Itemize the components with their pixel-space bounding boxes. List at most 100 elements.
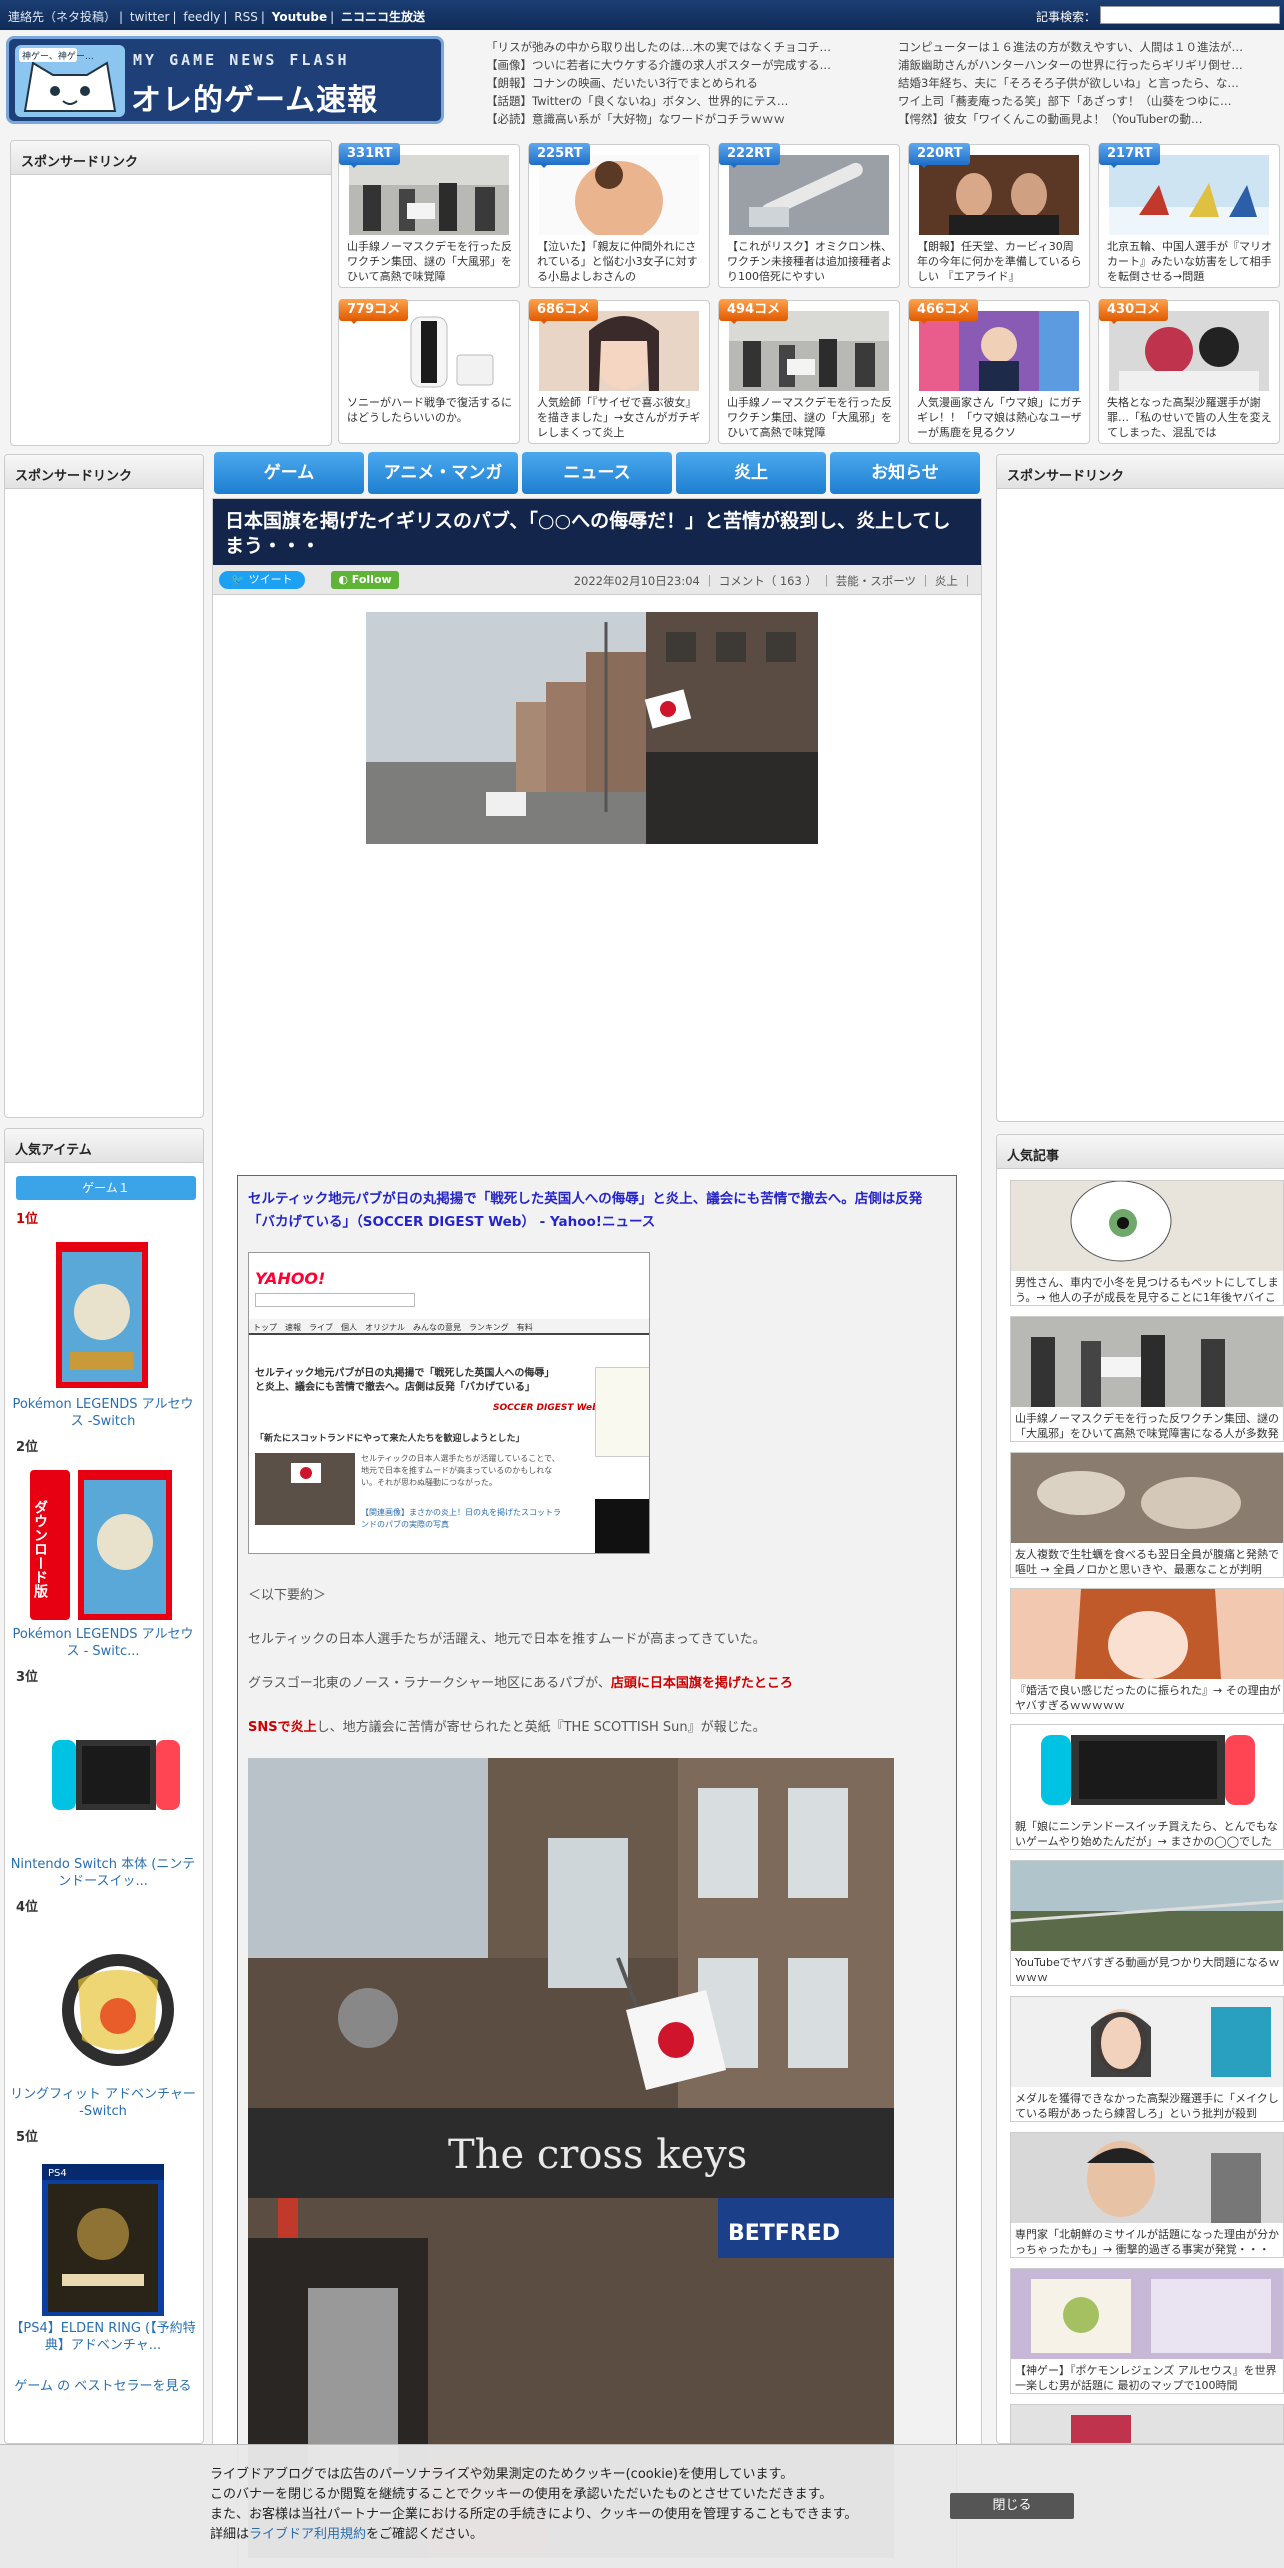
- header-news-item[interactable]: 【必読】意識高い系が「大好物」なワードがコチラｗｗｗ: [486, 110, 866, 128]
- item-image[interactable]: ダウンロード版: [30, 1470, 172, 1620]
- rt-badge: 225RT: [529, 143, 591, 168]
- popular-article-title: 山手線ノーマスクデモを行った反ワクチン集団、謎の「大風邪」をひいて高熱で味覚障害…: [1015, 1412, 1279, 1440]
- item-name[interactable]: 【PS4】ELDEN RING (【予約特典】アドベンチャ...: [10, 2320, 196, 2354]
- item-rank: 2位: [16, 1440, 39, 1455]
- logo-title: オレ的ゲーム速報@JIN: [131, 83, 379, 121]
- sponsor-panel-right: スポンサードリンク: [996, 454, 1284, 1122]
- item-image[interactable]: [52, 1730, 180, 1820]
- tab-enjou[interactable]: 炎上: [676, 452, 826, 494]
- source-link[interactable]: セルティック地元パブが日の丸掲揚で「戦死した英国人への侮辱」と炎上、議会にも苦情…: [248, 1188, 948, 1234]
- yahoo-tab-bar: トップ 速報 ライブ 個人 オリジナル みんなの意見 ランキング 有料: [249, 1319, 649, 1335]
- svg-text:神ゲー、神ゲー…: 神ゲー、神ゲー…: [22, 50, 94, 62]
- article: 日本国旗を掲げたイギリスのパブ、「○○への侮辱だ！」と苦情が殺到し、炎上してしま…: [212, 498, 982, 2568]
- contact-link[interactable]: 連絡先（ネタ投稿）: [8, 10, 116, 24]
- item-rank: 1位: [16, 1212, 39, 1227]
- comment-card-thumbnail: [919, 311, 1079, 391]
- popular-article[interactable]: 親「娘にニンテンドースイッチ買えたら、とんでもないゲームやり始めたんだが」→ ま…: [1010, 1724, 1284, 1850]
- rt-card-thumbnail: [729, 155, 889, 235]
- popular-article[interactable]: [1010, 2404, 1284, 2444]
- header-news-item[interactable]: 【愕然】彼女「ワイくんこの動画見よ！（YouTuberの動…: [898, 110, 1278, 128]
- item-name[interactable]: リングフィット アドベンチャー -Switch: [10, 2086, 196, 2120]
- rt-card[interactable]: 217RT 北京五輪、中国人選手が『マリオカート』みたいな妨害をして相手を転倒さ…: [1098, 143, 1280, 288]
- comment-card[interactable]: 494コメ 山手線ノーマスクデモを行った反ワクチン集団、謎の「大風邪」をひいて高…: [718, 299, 900, 444]
- sponsor-heading: スポンサードリンク: [5, 455, 203, 489]
- item-name[interactable]: Nintendo Switch 本体 (ニンテンドースイッ...: [10, 1856, 196, 1890]
- popular-article[interactable]: 『婚活で良い感じだったのに振られた』→ その理由がヤバすぎるｗｗｗｗｗ: [1010, 1588, 1284, 1714]
- tab-notice[interactable]: お知らせ: [830, 452, 980, 494]
- header-news-item[interactable]: 浦飯幽助さんがハンターハンターの世界に行ったらギリギリ倒せ…: [898, 56, 1278, 74]
- popular-article-image: [1011, 1589, 1283, 1679]
- search-input[interactable]: [1100, 6, 1280, 24]
- popular-article-title: 男性さん、車内で小冬を見つけるもペットにしてしまう。→ 他人の子が成長を見守るこ…: [1015, 1276, 1279, 1304]
- rt-card-thumbnail: [919, 155, 1079, 235]
- follow-label: Follow: [351, 573, 392, 586]
- tab-news[interactable]: ニュース: [522, 452, 672, 494]
- item-image[interactable]: PS4: [42, 2164, 164, 2316]
- rt-card-text: 【これがリスク】オミクロン株、ワクチン未接種者は追加接種者より100倍死にやすい: [727, 240, 892, 283]
- header-news-item[interactable]: コンピューターは１６進法の方が数えやすい、人間は１０進法が…: [898, 38, 1278, 56]
- follow-button[interactable]: ◐ Follow: [331, 571, 399, 589]
- rt-card-thumbnail: [1109, 155, 1269, 235]
- comment-badge: 779コメ: [339, 299, 409, 324]
- popular-article[interactable]: 【神ゲー】『ポケモンレジェンズ アルセウス』を世界一楽しむ男が話題に 最初のマッ…: [1010, 2268, 1284, 2394]
- cookie-banner: ライブドアブログでは広告のパーソナライズや効果測定のためクッキー(cookie)…: [0, 2444, 1284, 2568]
- comment-card-thumbnail: [349, 311, 509, 391]
- item-category-tab[interactable]: ゲーム１: [16, 1176, 196, 1200]
- tab-game[interactable]: ゲーム: [214, 452, 364, 494]
- header-news-left: 「リスが弛みの中から取り出したのは…木の実ではなくチョコチ… 【画像】ついに若者…: [486, 38, 866, 128]
- comment-card-text: 人気絵師「『サイゼで喜ぶ彼女』を描きました」→女さんがガチギレしまくって炎上: [537, 396, 701, 439]
- popular-article[interactable]: 友人複数で生牡蠣を食べるも翌日全員が腹痛と発熱で嘔吐 → 全員ノロかと思いきや、…: [1010, 1452, 1284, 1578]
- tab-anime-manga[interactable]: アニメ・マンガ: [368, 452, 518, 494]
- yahoo-news-screenshot[interactable]: YAHOO! トップ 速報 ライブ 個人 オリジナル みんなの意見 ランキング …: [248, 1252, 650, 1554]
- terms-link[interactable]: ライブドア利用規約: [249, 2527, 366, 2542]
- header-news-item[interactable]: ワイ上司「蕎麦庵ったる笑」部下「あざっす！（山葵をつゆに…: [898, 92, 1278, 110]
- yahoo-source: SOCCER DIGEST Web: [493, 1403, 599, 1413]
- comment-badge: 430コメ: [1099, 299, 1169, 324]
- rt-badge: 222RT: [719, 143, 781, 168]
- header-news-item[interactable]: 【朗報】コナンの映画、だいたい3行でまとめられる: [486, 74, 866, 92]
- rss-link[interactable]: RSS: [234, 10, 258, 24]
- popular-article[interactable]: 専門家「北朝鮮のミサイルが話題になった理由が分かっちゃったかも」→ 衝撃的過ぎる…: [1010, 2132, 1284, 2258]
- item-image[interactable]: [58, 1940, 178, 2080]
- rt-card[interactable]: 331RT 山手線ノーマスクデモを行った反ワクチン集団、謎の「大風邪」をひいて高…: [338, 143, 520, 288]
- popular-article[interactable]: メダルを獲得できなかった高梨沙羅選手に「メイクしている暇があったら練習しろ」とい…: [1010, 1996, 1284, 2122]
- popular-article[interactable]: YouTubeでヤバすぎる動画が見つかり大問題になるｗｗｗｗ: [1010, 1860, 1284, 1986]
- sponsor-heading: スポンサードリンク: [997, 455, 1284, 489]
- site-logo[interactable]: 神ゲー、神ゲー… MY GAME NEWS FLASH オレ的ゲーム速報@JIN: [6, 36, 444, 124]
- rt-card[interactable]: 222RT 【これがリスク】オミクロン株、ワクチン未接種者は追加接種者より100…: [718, 143, 900, 288]
- header-news-item[interactable]: 「リスが弛みの中から取り出したのは…木の実ではなくチョコチ…: [486, 38, 866, 56]
- logo-tagline: MY GAME NEWS FLASH: [133, 51, 350, 69]
- popular-article-image: [1011, 1997, 1283, 2087]
- pub-photo: The cross keys BETFRED: [248, 1758, 894, 2558]
- article-meta-info: 2022年02月10日23:04 ｜ コメント（ 163 ） ｜ 芸能・スポーツ…: [573, 574, 973, 588]
- popular-article-title: 友人複数で生牡蠣を食べるも翌日全員が腹痛と発熱で嘔吐 → 全員ノロかと思いきや、…: [1015, 1548, 1279, 1576]
- comment-card-thumbnail: [1109, 311, 1269, 391]
- comment-card[interactable]: 686コメ 人気絵師「『サイゼで喜ぶ彼女』を描きました」→女さんがガチギレしまく…: [528, 299, 710, 444]
- popular-article[interactable]: 山手線ノーマスクデモを行った反ワクチン集団、謎の「大風邪」をひいて高熱で味覚障害…: [1010, 1316, 1284, 1442]
- rt-badge: 331RT: [339, 143, 401, 168]
- twitter-bird-icon: 🐦: [231, 573, 246, 586]
- comment-card[interactable]: 779コメ ソニーがハード戦争で復活するにはどうしたらいいのか。: [338, 299, 520, 444]
- twitter-link[interactable]: twitter: [130, 10, 170, 24]
- item-image[interactable]: [56, 1242, 148, 1388]
- comment-card[interactable]: 466コメ 人気漫画家さん「ウマ娘」にガチギレ！！「ウマ娘は熱心なユーザーが馬鹿…: [908, 299, 1090, 444]
- item-name[interactable]: Pokémon LEGENDS アルセウス -Switch: [10, 1396, 196, 1430]
- feedly-link[interactable]: feedly: [183, 10, 220, 24]
- popular-article-image: [1011, 2133, 1283, 2223]
- bestseller-link[interactable]: ゲーム の ベストセラーを見る: [10, 2378, 196, 2395]
- header-news-item[interactable]: 【画像】ついに若者に大ウケする介護の求人ポスターが完成する…: [486, 56, 866, 74]
- rt-card[interactable]: 225RT 【泣いた】「親友に仲間外れにされている」と悩む小3女子に対する小島よ…: [528, 143, 710, 288]
- tweet-button[interactable]: 🐦 ツイート: [219, 571, 305, 589]
- comment-card[interactable]: 430コメ 失格となった高梨沙羅選手が謝罪…「私のせいで皆の人生を変えてしまった…: [1098, 299, 1280, 444]
- item-name[interactable]: Pokémon LEGENDS アルセウス - Switc...: [10, 1626, 196, 1660]
- popular-article[interactable]: 男性さん、車内で小冬を見つけるもペットにしてしまう。→ 他人の子が成長を見守るこ…: [1010, 1180, 1284, 1306]
- header-news-item[interactable]: 結婚3年経ち、夫に「そろそろ子供が欲しいね」と言ったら、な…: [898, 74, 1278, 92]
- nicolive-link[interactable]: ニコニコ生放送: [341, 10, 425, 24]
- header-news-item[interactable]: 【話題】Twitterの「良くないね」ボタン、世界的にテス…: [486, 92, 866, 110]
- comment-badge: 686コメ: [529, 299, 599, 324]
- rt-card-thumbnail: [539, 155, 699, 235]
- cookie-close-button[interactable]: 閉じる: [950, 2493, 1074, 2519]
- yahoo-side-ad: [595, 1367, 649, 1457]
- youtube-link[interactable]: Youtube: [272, 10, 327, 24]
- rt-card[interactable]: 220RT 【朗報】任天堂、カービィ30周年の今年に何かを準備しているらしい 『…: [908, 143, 1090, 288]
